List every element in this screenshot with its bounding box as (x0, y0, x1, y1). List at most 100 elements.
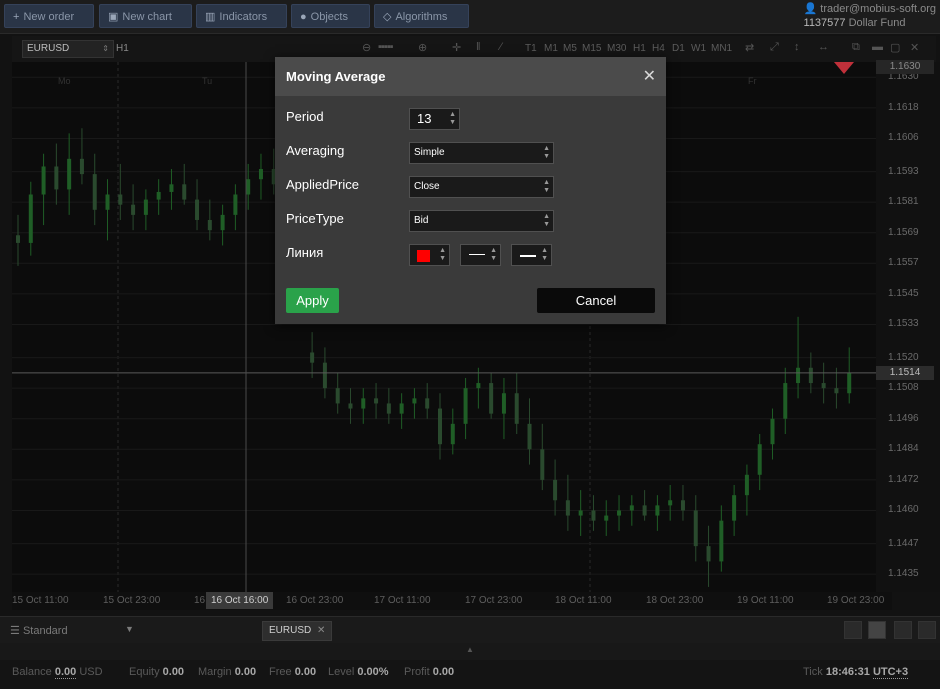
dialog-header[interactable]: Moving Average ✕ (275, 57, 666, 96)
line-style-icon (520, 255, 536, 257)
symbol-select[interactable]: EURUSD ⇕ (22, 40, 114, 58)
price-tick-label: 1.1606 (888, 132, 919, 144)
candle-body (783, 383, 788, 419)
period-label: Period (286, 109, 324, 124)
tf-d1[interactable]: D1 (672, 43, 685, 54)
new-order-button[interactable]: + New order (4, 4, 94, 28)
close-icon[interactable]: ✕ (317, 625, 325, 636)
zoom-out-icon[interactable]: ⊖ (362, 41, 371, 54)
price-tick-label: 1.1533 (888, 318, 919, 330)
zoom-in-icon[interactable]: ⊕ (418, 41, 427, 54)
day-label: Tu (202, 76, 213, 86)
candle-body (540, 449, 545, 480)
chart-type-icon[interactable]: ⇄ (745, 41, 754, 54)
time-tick-label: 15 Oct 23:00 (103, 595, 161, 606)
layout-single-button[interactable] (844, 621, 862, 639)
vertical-line-icon[interactable]: ‖ (476, 41, 481, 53)
candle-body (412, 398, 417, 404)
tf-m30[interactable]: M30 (607, 43, 626, 54)
candle-body (604, 515, 609, 521)
period-stepper[interactable]: 13 ▲ ▼ (409, 108, 460, 130)
candle-body (246, 179, 251, 195)
detach-icon[interactable]: ⧉ (852, 41, 860, 54)
price-tick-label: 1.1447 (888, 537, 919, 549)
cancel-button[interactable]: Cancel (537, 288, 655, 313)
line-width-select[interactable]: ▲ ▼ (460, 244, 501, 266)
candle-body (220, 214, 225, 231)
select-arrows-icon: ▲ ▼ (543, 179, 550, 194)
tf-m1[interactable]: M1 (544, 43, 558, 54)
line-color-select[interactable]: ▲ ▼ (409, 244, 450, 266)
layout-grid-button[interactable] (868, 621, 886, 639)
indicators-button[interactable]: ▥ Indicators (196, 4, 287, 28)
trendline-icon[interactable]: ⁄ (500, 41, 502, 53)
diamond-icon: ◇ (383, 11, 392, 23)
panel-divider[interactable]: ▲ (0, 643, 940, 660)
account-info[interactable]: 👤 trader@mobius-soft.org 1137577 Dollar … (804, 2, 936, 30)
layout-select[interactable]: ☰ Standard ▼ (10, 624, 134, 637)
vertical-expand-icon[interactable]: ↕ (794, 41, 800, 53)
close-icon[interactable]: ✕ (643, 66, 656, 86)
candle-body (169, 184, 174, 192)
tf-m5[interactable]: M5 (563, 43, 577, 54)
price-axis[interactable]: 1.1630 1.1618 1.1606 1.1593 1.1581 1.1569 1.15… (876, 60, 940, 592)
crosshair-icon[interactable]: ✛ (452, 41, 461, 54)
price-tick-label: 1.1508 (888, 382, 919, 394)
main-toolbar: + New order ▣ New chart ▥ Indicators ● Objec… (0, 0, 940, 34)
candle-body (79, 158, 84, 175)
apply-button[interactable]: Apply (286, 288, 339, 313)
price-type-select[interactable]: Bid ▲ ▼ (409, 210, 554, 232)
candle-body (450, 423, 455, 445)
tf-h4[interactable]: H4 (652, 43, 665, 54)
current-price-label: 1.1514 (876, 365, 934, 380)
candle-body (131, 204, 136, 215)
tf-h1[interactable]: H1 (633, 43, 646, 54)
spinner-icon[interactable]: ▲ ▼ (449, 111, 456, 127)
candle-body (182, 184, 187, 200)
candle-body (335, 388, 340, 404)
candle-body (476, 383, 481, 389)
current-timeframe: H1 (116, 43, 129, 54)
layout-columns-button[interactable] (894, 621, 912, 639)
zoom-slider[interactable]: ▪▪▪▪▪ (378, 41, 393, 53)
time-axis[interactable]: 19 Oct 23:00 19 Oct 11:00 18 Oct 23:00 18 O… (12, 592, 892, 610)
algorithms-button[interactable]: ◇ Algorithms (374, 4, 469, 28)
candle-body (156, 191, 161, 200)
line-style-select[interactable]: ▲ ▼ (511, 244, 552, 266)
tf-t1[interactable]: T1 (525, 43, 537, 54)
tf-w1[interactable]: W1 (691, 43, 706, 54)
line-label: Линия (286, 245, 324, 260)
candle-body (834, 388, 839, 394)
chart-tab-eurusd[interactable]: EURUSD ✕ (262, 621, 333, 641)
candle-body (374, 398, 379, 404)
price-tick-label: 1.1618 (888, 101, 919, 113)
expand-icon[interactable]: ⤢ (770, 41, 779, 54)
candle-body (578, 510, 583, 516)
candle-body (719, 520, 724, 562)
day-label: Mo (58, 76, 71, 86)
equity: Equity 0.00 (129, 666, 185, 678)
close-chart-icon[interactable]: ✕ (910, 41, 919, 54)
tf-m15[interactable]: M15 (582, 43, 601, 54)
candle-body (195, 199, 200, 220)
applied-price-select[interactable]: Close ▲ ▼ (409, 176, 554, 198)
maximize-icon[interactable]: ▢ (890, 41, 900, 54)
minimize-icon[interactable]: ▬ (872, 41, 883, 53)
candle-body (693, 510, 698, 547)
bars-icon: ▥ (205, 11, 216, 23)
candle-body (514, 393, 519, 424)
time-tick-label: 15 Oct 11:00 (12, 595, 69, 606)
objects-button[interactable]: ● Objects (291, 4, 370, 28)
layout-rows-button[interactable] (918, 621, 936, 639)
new-chart-button[interactable]: ▣ New chart (99, 4, 192, 28)
timezone-select[interactable]: UTC+3 (872, 666, 909, 679)
candle-body (463, 388, 468, 424)
line-width-icon (469, 254, 485, 255)
tf-mn1[interactable]: MN1 (711, 43, 732, 54)
averaging-select[interactable]: Simple ▲ ▼ (409, 142, 554, 164)
horizontal-expand-icon[interactable]: ↔ (818, 41, 829, 53)
profit: Profit 0.00 (404, 666, 455, 678)
collapse-icon[interactable]: ▲ (466, 645, 474, 654)
balance: Balance 0.00 USD (12, 666, 103, 679)
plus-icon: + (13, 11, 20, 23)
